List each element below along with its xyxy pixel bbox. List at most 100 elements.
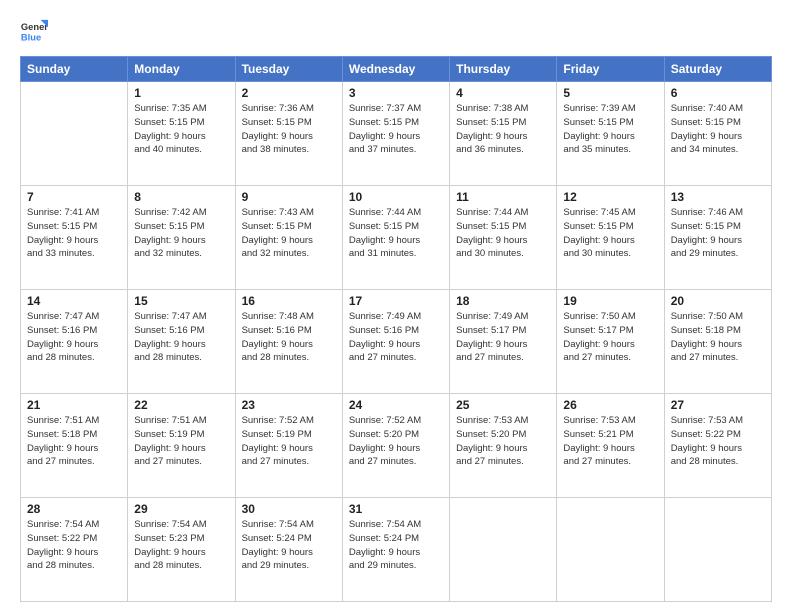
- day-info: Sunrise: 7:54 AMSunset: 5:24 PMDaylight:…: [242, 518, 336, 573]
- day-info: Sunrise: 7:36 AMSunset: 5:15 PMDaylight:…: [242, 102, 336, 157]
- day-number: 2: [242, 86, 336, 100]
- day-number: 8: [134, 190, 228, 204]
- week-row-5: 28Sunrise: 7:54 AMSunset: 5:22 PMDayligh…: [21, 498, 772, 602]
- calendar-cell: 6 Sunrise: 7:40 AMSunset: 5:15 PMDaylight…: [664, 82, 771, 186]
- day-info: Sunrise: 7:42 AMSunset: 5:15 PMDaylight:…: [134, 206, 228, 261]
- calendar-cell: 1 Sunrise: 7:35 AMSunset: 5:15 PMDaylight…: [128, 82, 235, 186]
- day-number: 29: [134, 502, 228, 516]
- calendar-cell: [21, 82, 128, 186]
- day-number: 21: [27, 398, 121, 412]
- day-info: Sunrise: 7:50 AMSunset: 5:18 PMDaylight:…: [671, 310, 765, 365]
- day-number: 30: [242, 502, 336, 516]
- day-number: 24: [349, 398, 443, 412]
- day-number: 3: [349, 86, 443, 100]
- day-info: Sunrise: 7:35 AMSunset: 5:15 PMDaylight:…: [134, 102, 228, 157]
- day-number: 23: [242, 398, 336, 412]
- day-number: 17: [349, 294, 443, 308]
- calendar-cell: 10 Sunrise: 7:44 AMSunset: 5:15 PMDayligh…: [342, 186, 449, 290]
- day-number: 12: [563, 190, 657, 204]
- week-row-3: 14 Sunrise: 7:47 AMSunset: 5:16 PMDayligh…: [21, 290, 772, 394]
- day-number: 22: [134, 398, 228, 412]
- day-info: Sunrise: 7:47 AMSunset: 5:16 PMDaylight:…: [27, 310, 121, 365]
- day-number: 25: [456, 398, 550, 412]
- day-info: Sunrise: 7:54 AMSunset: 5:23 PMDaylight:…: [134, 518, 228, 573]
- calendar-cell: 19 Sunrise: 7:50 AMSunset: 5:17 PMDayligh…: [557, 290, 664, 394]
- calendar-cell: 22Sunrise: 7:51 AMSunset: 5:19 PMDayligh…: [128, 394, 235, 498]
- day-info: Sunrise: 7:48 AMSunset: 5:16 PMDaylight:…: [242, 310, 336, 365]
- weekday-header-row: SundayMondayTuesdayWednesdayThursdayFrid…: [21, 57, 772, 82]
- calendar-cell: 28Sunrise: 7:54 AMSunset: 5:22 PMDayligh…: [21, 498, 128, 602]
- day-number: 27: [671, 398, 765, 412]
- day-info: Sunrise: 7:44 AMSunset: 5:15 PMDaylight:…: [456, 206, 550, 261]
- calendar-cell: 21 Sunrise: 7:51 AMSunset: 5:18 PMDayligh…: [21, 394, 128, 498]
- day-info: Sunrise: 7:49 AMSunset: 5:17 PMDaylight:…: [456, 310, 550, 365]
- day-number: 5: [563, 86, 657, 100]
- weekday-header-tuesday: Tuesday: [235, 57, 342, 82]
- calendar-cell: 26Sunrise: 7:53 AMSunset: 5:21 PMDayligh…: [557, 394, 664, 498]
- day-info: Sunrise: 7:47 AMSunset: 5:16 PMDaylight:…: [134, 310, 228, 365]
- week-row-1: 1 Sunrise: 7:35 AMSunset: 5:15 PMDaylight…: [21, 82, 772, 186]
- day-info: Sunrise: 7:53 AMSunset: 5:20 PMDaylight:…: [456, 414, 550, 469]
- weekday-header-sunday: Sunday: [21, 57, 128, 82]
- day-info: Sunrise: 7:38 AMSunset: 5:15 PMDaylight:…: [456, 102, 550, 157]
- calendar-cell: 23Sunrise: 7:52 AMSunset: 5:19 PMDayligh…: [235, 394, 342, 498]
- weekday-header-thursday: Thursday: [450, 57, 557, 82]
- day-info: Sunrise: 7:44 AMSunset: 5:15 PMDaylight:…: [349, 206, 443, 261]
- day-number: 19: [563, 294, 657, 308]
- day-info: Sunrise: 7:37 AMSunset: 5:15 PMDaylight:…: [349, 102, 443, 157]
- calendar-cell: 27 Sunrise: 7:53 AMSunset: 5:22 PMDayligh…: [664, 394, 771, 498]
- day-info: Sunrise: 7:50 AMSunset: 5:17 PMDaylight:…: [563, 310, 657, 365]
- day-number: 15: [134, 294, 228, 308]
- header: General Blue: [20, 18, 772, 46]
- day-number: 11: [456, 190, 550, 204]
- day-number: 10: [349, 190, 443, 204]
- weekday-header-saturday: Saturday: [664, 57, 771, 82]
- day-info: Sunrise: 7:46 AMSunset: 5:15 PMDaylight:…: [671, 206, 765, 261]
- day-number: 4: [456, 86, 550, 100]
- calendar-table: SundayMondayTuesdayWednesdayThursdayFrid…: [20, 56, 772, 602]
- calendar-cell: [557, 498, 664, 602]
- day-info: Sunrise: 7:51 AMSunset: 5:18 PMDaylight:…: [27, 414, 121, 469]
- calendar-page: General Blue SundayMondayTuesdayWednesda…: [0, 0, 792, 612]
- day-number: 31: [349, 502, 443, 516]
- calendar-cell: 5 Sunrise: 7:39 AMSunset: 5:15 PMDaylight…: [557, 82, 664, 186]
- day-number: 6: [671, 86, 765, 100]
- calendar-cell: 9Sunrise: 7:43 AMSunset: 5:15 PMDaylight…: [235, 186, 342, 290]
- day-number: 20: [671, 294, 765, 308]
- day-number: 18: [456, 294, 550, 308]
- day-info: Sunrise: 7:41 AMSunset: 5:15 PMDaylight:…: [27, 206, 121, 261]
- calendar-cell: 14 Sunrise: 7:47 AMSunset: 5:16 PMDayligh…: [21, 290, 128, 394]
- day-number: 16: [242, 294, 336, 308]
- week-row-4: 21 Sunrise: 7:51 AMSunset: 5:18 PMDayligh…: [21, 394, 772, 498]
- day-info: Sunrise: 7:54 AMSunset: 5:22 PMDaylight:…: [27, 518, 121, 573]
- day-info: Sunrise: 7:40 AMSunset: 5:15 PMDaylight:…: [671, 102, 765, 157]
- weekday-header-wednesday: Wednesday: [342, 57, 449, 82]
- day-info: Sunrise: 7:53 AMSunset: 5:21 PMDaylight:…: [563, 414, 657, 469]
- day-number: 7: [27, 190, 121, 204]
- calendar-cell: 24Sunrise: 7:52 AMSunset: 5:20 PMDayligh…: [342, 394, 449, 498]
- day-info: Sunrise: 7:53 AMSunset: 5:22 PMDaylight:…: [671, 414, 765, 469]
- calendar-cell: [664, 498, 771, 602]
- logo: General Blue: [20, 18, 48, 46]
- weekday-header-monday: Monday: [128, 57, 235, 82]
- calendar-cell: 8 Sunrise: 7:42 AMSunset: 5:15 PMDaylight…: [128, 186, 235, 290]
- calendar-cell: 11 Sunrise: 7:44 AMSunset: 5:15 PMDayligh…: [450, 186, 557, 290]
- calendar-cell: 17 Sunrise: 7:49 AMSunset: 5:16 PMDayligh…: [342, 290, 449, 394]
- calendar-cell: 7 Sunrise: 7:41 AMSunset: 5:15 PMDaylight…: [21, 186, 128, 290]
- calendar-cell: 15 Sunrise: 7:47 AMSunset: 5:16 PMDayligh…: [128, 290, 235, 394]
- day-number: 14: [27, 294, 121, 308]
- calendar-cell: 12 Sunrise: 7:45 AMSunset: 5:15 PMDayligh…: [557, 186, 664, 290]
- calendar-cell: 29 Sunrise: 7:54 AMSunset: 5:23 PMDayligh…: [128, 498, 235, 602]
- day-info: Sunrise: 7:39 AMSunset: 5:15 PMDaylight:…: [563, 102, 657, 157]
- calendar-cell: 16 Sunrise: 7:48 AMSunset: 5:16 PMDayligh…: [235, 290, 342, 394]
- calendar-cell: 20 Sunrise: 7:50 AMSunset: 5:18 PMDayligh…: [664, 290, 771, 394]
- logo-icon: General Blue: [20, 18, 48, 46]
- calendar-cell: 4 Sunrise: 7:38 AMSunset: 5:15 PMDaylight…: [450, 82, 557, 186]
- calendar-cell: 31Sunrise: 7:54 AMSunset: 5:24 PMDayligh…: [342, 498, 449, 602]
- day-info: Sunrise: 7:49 AMSunset: 5:16 PMDaylight:…: [349, 310, 443, 365]
- calendar-cell: 3 Sunrise: 7:37 AMSunset: 5:15 PMDaylight…: [342, 82, 449, 186]
- calendar-cell: [450, 498, 557, 602]
- day-number: 1: [134, 86, 228, 100]
- day-info: Sunrise: 7:45 AMSunset: 5:15 PMDaylight:…: [563, 206, 657, 261]
- day-info: Sunrise: 7:43 AMSunset: 5:15 PMDaylight:…: [242, 206, 336, 261]
